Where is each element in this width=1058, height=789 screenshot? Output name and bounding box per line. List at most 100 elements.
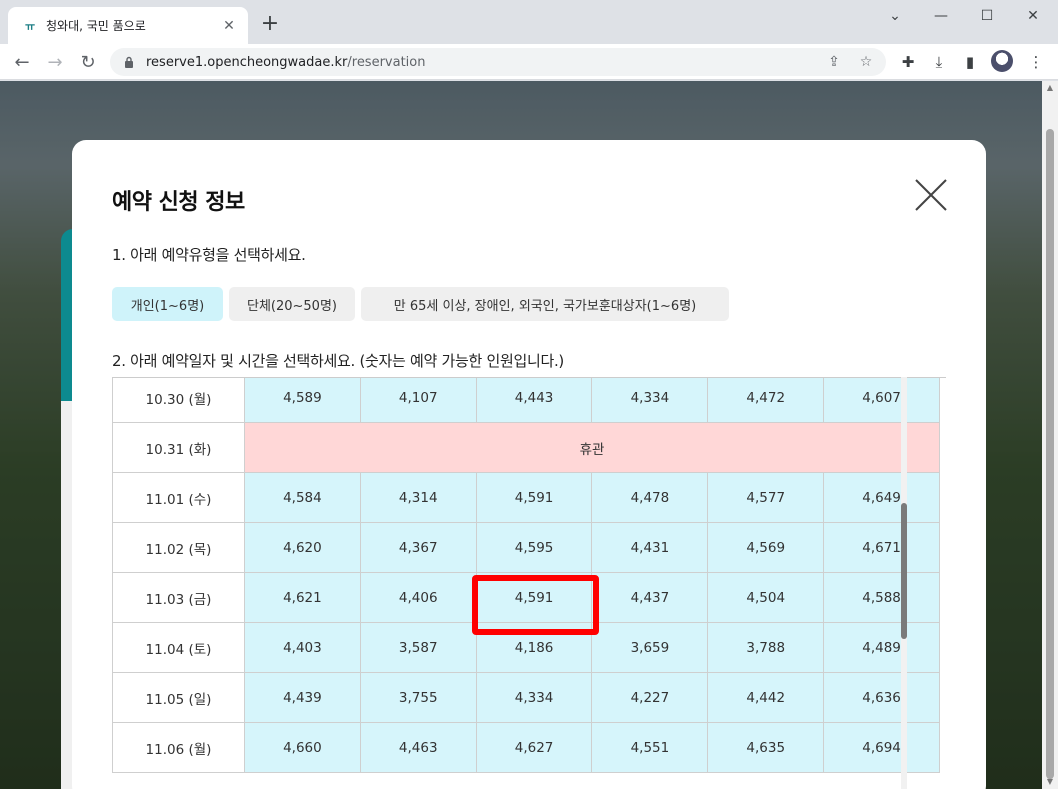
time-slot-cell[interactable]: 3,587	[359, 622, 477, 673]
scroll-down-icon[interactable]: ▼	[1042, 775, 1058, 789]
time-slot-cell[interactable]: 4,504	[707, 572, 825, 623]
time-slot-cell[interactable]: 4,584	[244, 472, 361, 523]
closed-cell: 휴관	[244, 422, 940, 473]
schedule-table: 10.30 (월) 4,589 4,107 4,443 4,334 4,472 4,607 1…	[112, 378, 940, 773]
time-slot-cell[interactable]: 4,314	[359, 472, 477, 523]
table-row: 11.04 (토) 4,403 3,587 4,186 3,659 3,788 4,489	[112, 622, 940, 673]
time-slot-cell[interactable]: 4,635	[707, 722, 825, 773]
date-cell: 10.30 (월)	[112, 378, 245, 423]
date-cell: 10.31 (화)	[112, 422, 245, 473]
time-slot-cell[interactable]: 4,588	[823, 572, 940, 623]
time-slot-cell[interactable]: 4,577	[707, 472, 825, 523]
site-favicon-icon: ㅠ	[24, 19, 36, 33]
table-row: 11.05 (일) 4,439 3,755 4,334 4,227 4,442 4,636	[112, 672, 940, 723]
time-slot-cell[interactable]: 3,755	[359, 672, 477, 723]
url-text: reserve1.opencheongwadae.kr/reservation	[146, 55, 426, 70]
table-scrollbar-thumb[interactable]	[901, 503, 907, 639]
time-slot-cell[interactable]: 4,186	[475, 622, 593, 673]
step2-label: 2. 아래 예약일자 및 시간을 선택하세요. (숫자는 예약 가능한 인원입니…	[112, 352, 564, 370]
browser-tab[interactable]: ㅠ 청와대, 국민 품으로 ✕	[8, 7, 248, 44]
time-slot-cell[interactable]: 4,591	[475, 572, 593, 623]
table-row: 11.02 (목) 4,620 4,367 4,595 4,431 4,569 4,671	[112, 522, 940, 573]
table-scrollbar[interactable]	[901, 377, 907, 789]
scroll-up-icon[interactable]: ▲	[1042, 81, 1058, 95]
time-slot-cell[interactable]: 4,627	[475, 722, 593, 773]
time-slot-cell[interactable]: 4,621	[244, 572, 361, 623]
schedule-table-container: 10.30 (월) 4,589 4,107 4,443 4,334 4,472 4,607 1…	[112, 377, 946, 789]
time-slot-cell[interactable]: 4,551	[591, 722, 709, 773]
modal-close-icon[interactable]	[914, 178, 948, 212]
time-slot-cell[interactable]: 4,403	[244, 622, 361, 673]
side-panel-icon[interactable]: ▮	[960, 52, 980, 72]
table-row: 10.31 (화) 휴관	[112, 422, 940, 473]
new-tab-icon[interactable]: +	[258, 12, 282, 36]
url-host: reserve1.opencheongwadae.kr	[146, 54, 348, 70]
tab-close-icon[interactable]: ✕	[220, 17, 238, 35]
table-row: 11.01 (수) 4,584 4,314 4,591 4,478 4,577 4,649	[112, 472, 940, 523]
reservation-modal: 예약 신청 정보 1. 아래 예약유형을 선택하세요. 개인(1~6명) 단체(…	[72, 140, 986, 789]
type-group-button[interactable]: 단체(20~50명)	[229, 287, 355, 321]
time-slot-cell[interactable]: 4,636	[823, 672, 940, 723]
menu-kebab-icon[interactable]: ⋮	[1026, 52, 1046, 72]
time-slot-cell[interactable]: 4,443	[475, 378, 593, 423]
time-slot-cell[interactable]: 4,431	[591, 522, 709, 573]
page-scrollbar-thumb[interactable]	[1046, 129, 1054, 779]
minimize-icon[interactable]: —	[918, 0, 964, 32]
time-slot-cell[interactable]: 4,334	[475, 672, 593, 723]
table-row: 10.30 (월) 4,589 4,107 4,443 4,334 4,472 4,607	[112, 378, 940, 423]
time-slot-cell[interactable]: 4,472	[707, 378, 825, 423]
forward-icon[interactable]: →	[41, 48, 69, 76]
time-slot-cell[interactable]: 4,589	[244, 378, 361, 423]
address-bar[interactable]: reserve1.opencheongwadae.kr/reservation …	[110, 48, 886, 76]
modal-title: 예약 신청 정보	[112, 190, 245, 215]
page-scrollbar[interactable]: ▲ ▼	[1042, 81, 1058, 789]
tab-search-icon[interactable]: ⌄	[872, 0, 918, 32]
date-cell: 11.03 (금)	[112, 572, 245, 623]
time-slot-cell[interactable]: 4,569	[707, 522, 825, 573]
time-slot-cell[interactable]: 4,334	[591, 378, 709, 423]
profile-avatar[interactable]	[991, 50, 1013, 72]
browser-toolbar: ← → ↻ reserve1.opencheongwadae.kr/reserv…	[0, 44, 1058, 80]
time-slot-cell[interactable]: 4,595	[475, 522, 593, 573]
time-slot-cell[interactable]: 4,489	[823, 622, 940, 673]
time-slot-cell[interactable]: 4,367	[359, 522, 477, 573]
time-slot-cell[interactable]: 4,660	[244, 722, 361, 773]
time-slot-cell[interactable]: 4,620	[244, 522, 361, 573]
date-cell: 11.05 (일)	[112, 672, 245, 723]
type-individual-button[interactable]: 개인(1~6명)	[112, 287, 223, 321]
time-slot-cell[interactable]: 4,442	[707, 672, 825, 723]
tab-bar: ㅠ 청와대, 국민 품으로 ✕ + ⌄ — ☐ ✕	[0, 0, 1058, 44]
extensions-icon[interactable]: ✚	[898, 52, 918, 72]
bookmark-star-icon[interactable]: ☆	[854, 52, 878, 72]
time-slot-cell[interactable]: 4,437	[591, 572, 709, 623]
lock-icon	[122, 55, 136, 69]
table-row: 11.06 (월) 4,660 4,463 4,627 4,551 4,635 4,694	[112, 722, 940, 773]
maximize-icon[interactable]: ☐	[964, 0, 1010, 32]
time-slot-cell[interactable]: 4,406	[359, 572, 477, 623]
time-slot-cell[interactable]: 4,694	[823, 722, 940, 773]
tab-title: 청와대, 국민 품으로	[46, 19, 146, 33]
share-icon[interactable]: ⇪	[822, 52, 846, 72]
date-cell: 11.01 (수)	[112, 472, 245, 523]
time-slot-cell[interactable]: 4,227	[591, 672, 709, 723]
reload-icon[interactable]: ↻	[74, 48, 102, 76]
time-slot-cell[interactable]: 4,107	[359, 378, 477, 423]
time-slot-cell[interactable]: 4,671	[823, 522, 940, 573]
type-special-button[interactable]: 만 65세 이상, 장애인, 외국인, 국가보훈대상자(1~6명)	[361, 287, 729, 321]
time-slot-cell[interactable]: 3,788	[707, 622, 825, 673]
download-icon[interactable]: ⤓	[929, 52, 949, 72]
date-cell: 11.06 (월)	[112, 722, 245, 773]
time-slot-cell[interactable]: 4,591	[475, 472, 593, 523]
time-slot-cell[interactable]: 4,649	[823, 472, 940, 523]
time-slot-cell[interactable]: 4,607	[823, 378, 940, 423]
table-row: 11.03 (금) 4,621 4,406 4,591 4,437 4,504 4,588	[112, 572, 940, 623]
back-icon[interactable]: ←	[8, 48, 36, 76]
date-cell: 11.02 (목)	[112, 522, 245, 573]
time-slot-cell[interactable]: 4,439	[244, 672, 361, 723]
url-path: /reservation	[347, 54, 426, 70]
time-slot-cell[interactable]: 3,659	[591, 622, 709, 673]
time-slot-cell[interactable]: 4,463	[359, 722, 477, 773]
step1-label: 1. 아래 예약유형을 선택하세요.	[112, 246, 306, 264]
time-slot-cell[interactable]: 4,478	[591, 472, 709, 523]
window-close-icon[interactable]: ✕	[1010, 0, 1056, 32]
